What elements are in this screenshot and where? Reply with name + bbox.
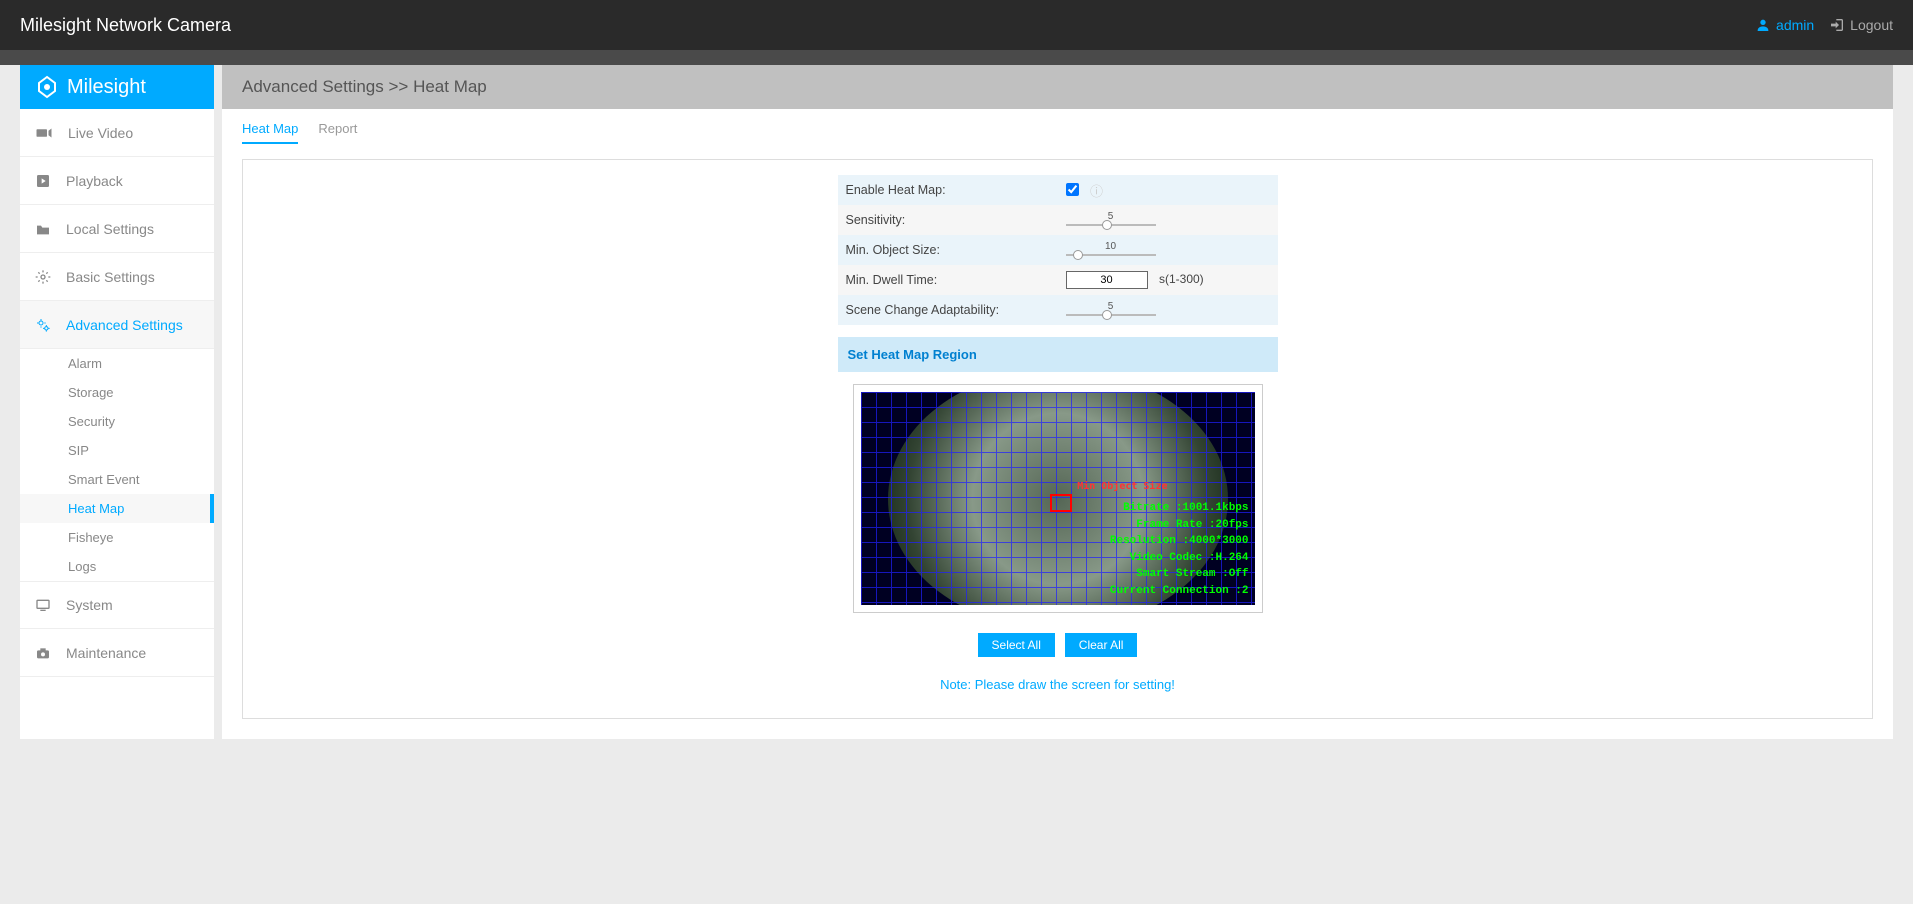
sidebar-item-label: System [66, 597, 113, 613]
label-min-object: Min. Object Size: [838, 235, 1058, 265]
sidebar-item-advanced-settings[interactable]: Advanced Settings [20, 301, 214, 349]
tab-heat-map[interactable]: Heat Map [242, 121, 298, 144]
user-icon [1755, 17, 1771, 33]
settings-panel: Enable Heat Map: ⓘ Sensitivity: 5 [242, 159, 1873, 719]
osd-bitrate: Bitrate :1001.1kbps [1110, 500, 1249, 517]
top-header: Milesight Network Camera admin Logout [0, 0, 1913, 50]
sidebar-item-live-video[interactable]: Live Video [20, 109, 214, 157]
row-min-object-size: Min. Object Size: 10 [838, 235, 1278, 265]
user-link[interactable]: admin [1755, 17, 1814, 33]
logout-label: Logout [1850, 17, 1893, 33]
sidebar: Milesight Live Video Playback Local Sett… [20, 65, 214, 739]
info-icon[interactable]: ⓘ [1090, 184, 1103, 199]
slider-thumb[interactable] [1073, 250, 1083, 260]
row-scene-change: Scene Change Adaptability: 5 [838, 295, 1278, 325]
select-all-button[interactable]: Select All [978, 633, 1055, 657]
sidebar-subitem-fisheye[interactable]: Fisheye [20, 523, 214, 552]
sidebar-subitem-label: SIP [68, 443, 89, 458]
milesight-logo-icon [35, 75, 59, 99]
slider-value: 10 [1105, 241, 1116, 252]
row-sensitivity: Sensitivity: 5 [838, 205, 1278, 235]
app-title: Milesight Network Camera [20, 15, 231, 36]
sidebar-item-label: Live Video [68, 125, 133, 141]
section-header: Set Heat Map Region [838, 337, 1278, 372]
heat-map-region-canvas[interactable]: Min Object Size Bitrate :1001.1kbps Fram… [861, 392, 1255, 605]
sidebar-subitem-label: Security [68, 414, 115, 429]
scene-change-slider[interactable]: 5 [1066, 304, 1156, 316]
sidebar-subitem-label: Logs [68, 559, 96, 574]
sidebar-subitem-label: Alarm [68, 356, 102, 371]
sensitivity-slider[interactable]: 5 [1066, 214, 1156, 226]
osd-resolution: Resolution :4000*3000 [1110, 533, 1249, 550]
content-area: Advanced Settings >> Heat Map Heat Map R… [222, 65, 1893, 739]
username-label: admin [1776, 17, 1814, 33]
sidebar-item-playback[interactable]: Playback [20, 157, 214, 205]
sidebar-item-system[interactable]: System [20, 581, 214, 629]
tab-report[interactable]: Report [318, 121, 357, 144]
camera-icon [35, 646, 51, 660]
note-text: Note: Please draw the screen for setting… [263, 677, 1852, 692]
osd-smart: Smart Stream :Off [1110, 566, 1249, 583]
osd-overlay: Bitrate :1001.1kbps Frame Rate :20fps Re… [1110, 500, 1249, 599]
monitor-icon [35, 598, 51, 612]
sidebar-subitem-smart-event[interactable]: Smart Event [20, 465, 214, 494]
tabs: Heat Map Report [242, 121, 1873, 144]
sidebar-item-basic-settings[interactable]: Basic Settings [20, 253, 214, 301]
separator-bar [0, 50, 1913, 65]
sidebar-subitems: Alarm Storage Security SIP Smart Event H… [20, 349, 214, 581]
label-min-dwell: Min. Dwell Time: [838, 265, 1058, 295]
video-camera-icon [35, 126, 53, 140]
osd-codec: Video Codec :H.264 [1110, 550, 1249, 567]
label-sensitivity: Sensitivity: [838, 205, 1058, 235]
sidebar-subitem-alarm[interactable]: Alarm [20, 349, 214, 378]
logout-link[interactable]: Logout [1829, 17, 1893, 33]
gear-icon [35, 269, 51, 285]
sidebar-item-label: Advanced Settings [66, 317, 183, 333]
preview-box: Min Object Size Bitrate :1001.1kbps Fram… [853, 384, 1263, 613]
sidebar-item-label: Local Settings [66, 221, 154, 237]
sidebar-item-maintenance[interactable]: Maintenance [20, 629, 214, 677]
sidebar-item-label: Maintenance [66, 645, 146, 661]
logo-text: Milesight [67, 76, 146, 99]
clear-all-button[interactable]: Clear All [1065, 633, 1138, 657]
button-row: Select All Clear All [263, 633, 1852, 657]
sidebar-item-label: Basic Settings [66, 269, 155, 285]
settings-table: Enable Heat Map: ⓘ Sensitivity: 5 [838, 175, 1278, 325]
osd-framerate: Frame Rate :20fps [1110, 517, 1249, 534]
row-min-dwell-time: Min. Dwell Time: s(1-300) [838, 265, 1278, 295]
slider-thumb[interactable] [1102, 310, 1112, 320]
sidebar-subitem-security[interactable]: Security [20, 407, 214, 436]
logout-icon [1829, 17, 1845, 33]
sidebar-logo: Milesight [20, 65, 214, 109]
sidebar-subitem-label: Heat Map [68, 501, 124, 516]
label-enable: Enable Heat Map: [838, 175, 1058, 205]
sidebar-item-local-settings[interactable]: Local Settings [20, 205, 214, 253]
enable-heat-map-checkbox[interactable] [1066, 183, 1079, 196]
osd-red-label: Min Object Size [1077, 481, 1167, 492]
sidebar-subitem-logs[interactable]: Logs [20, 552, 214, 581]
row-enable-heat-map: Enable Heat Map: ⓘ [838, 175, 1278, 205]
min-object-marker [1050, 494, 1072, 512]
folder-icon [35, 222, 51, 236]
sidebar-subitem-label: Fisheye [68, 530, 114, 545]
header-right: admin Logout [1755, 17, 1893, 33]
sidebar-subitem-label: Storage [68, 385, 114, 400]
sidebar-subitem-sip[interactable]: SIP [20, 436, 214, 465]
play-icon [35, 173, 51, 189]
content-body: Heat Map Report Enable Heat Map: ⓘ Sensi… [222, 109, 1893, 739]
unit-label: s(1-300) [1159, 272, 1204, 286]
min-dwell-input[interactable] [1066, 271, 1148, 289]
sidebar-subitem-label: Smart Event [68, 472, 140, 487]
sidebar-subitem-heat-map[interactable]: Heat Map [20, 494, 214, 523]
sidebar-item-label: Playback [66, 173, 123, 189]
sidebar-subitem-storage[interactable]: Storage [20, 378, 214, 407]
label-scene-change: Scene Change Adaptability: [838, 295, 1058, 325]
breadcrumb: Advanced Settings >> Heat Map [222, 65, 1893, 109]
gears-icon [35, 317, 51, 333]
slider-thumb[interactable] [1102, 220, 1112, 230]
min-object-slider[interactable]: 10 [1066, 244, 1156, 256]
osd-conn: Current Connection :2 [1110, 583, 1249, 600]
